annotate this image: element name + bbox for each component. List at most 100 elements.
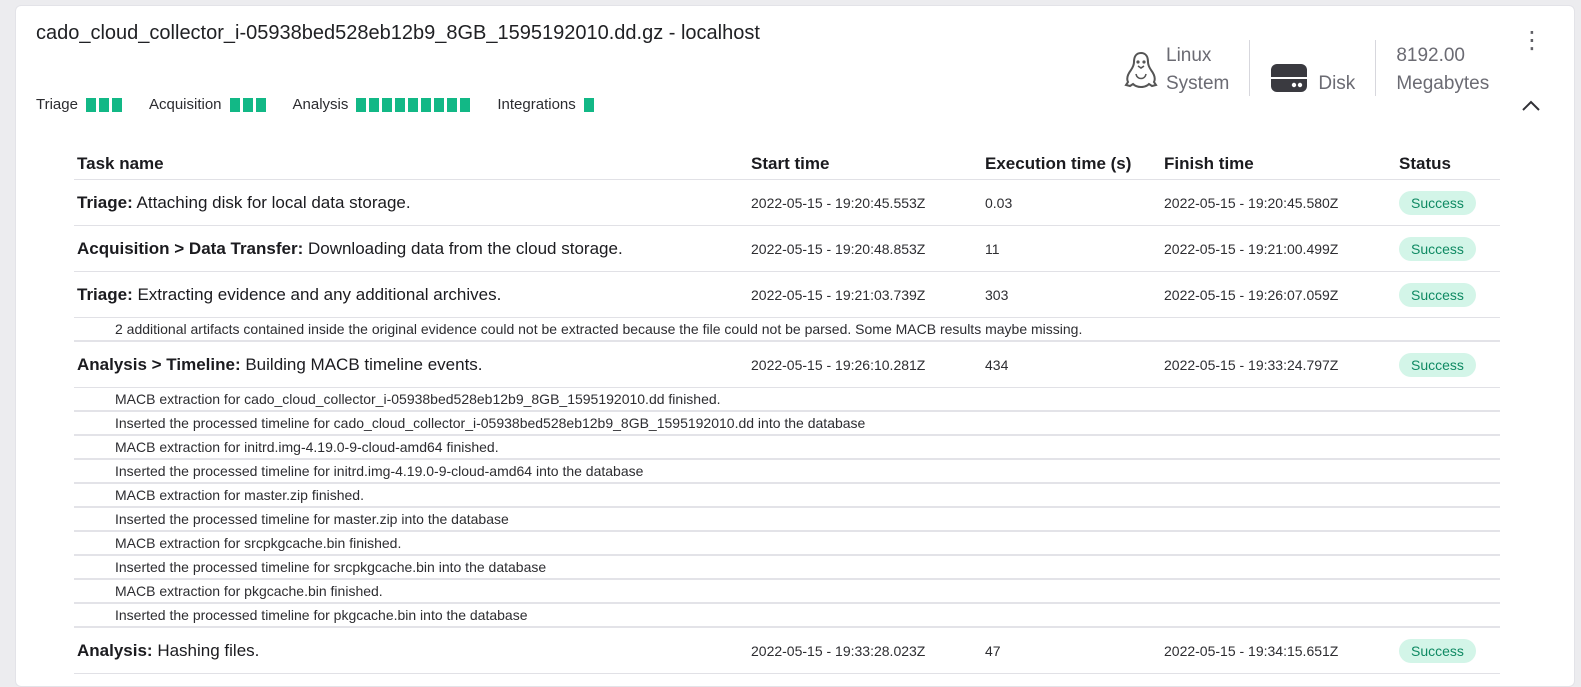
task-table: Task name Start time Execution time (s) … (74, 149, 1500, 674)
status-badge: Success (1399, 282, 1476, 307)
progress-block (434, 97, 445, 112)
task-description: Building MACB timeline events. (240, 354, 483, 374)
tag-progress-blocks (85, 97, 125, 112)
task-detail-row: Inserted the processed timeline for pkgc… (74, 604, 1500, 628)
task-detail-row: Inserted the processed timeline for init… (74, 460, 1500, 484)
finish-time-cell: 2022-05-15 - 19:21:00.499Z (1164, 240, 1339, 257)
progress-block (382, 97, 393, 112)
progress-block (447, 97, 458, 112)
progress-block (242, 97, 253, 112)
task-detail-row: MACB extraction for cado_cloud_collector… (74, 388, 1500, 412)
status-badge: Success (1399, 352, 1476, 377)
progress-block (421, 97, 432, 112)
status-cell: Success (1399, 352, 1500, 377)
disk-icon (1271, 64, 1308, 92)
col-status: Status (1399, 154, 1451, 173)
task-name-cell: Acquisition > Data Transfer: Downloading… (74, 239, 751, 259)
tag-label: Integrations (497, 96, 576, 113)
progress-block (98, 97, 109, 112)
task-category: Acquisition > Data Transfer: (77, 238, 304, 258)
table-row[interactable]: Analysis > Timeline: Building MACB timel… (74, 342, 1500, 388)
finish-time-cell: 2022-05-15 - 19:26:07.059Z (1164, 286, 1339, 303)
col-start-time: Start time (751, 154, 830, 173)
chevron-up-icon[interactable] (1519, 94, 1543, 118)
tag-progress-blocks (356, 97, 473, 112)
tag-progress-blocks (583, 97, 597, 112)
task-detail-row: Inserted the processed timeline for mast… (74, 508, 1500, 532)
tag-label: Triage (36, 96, 78, 113)
start-time-cell: 2022-05-15 - 19:20:45.553Z (751, 194, 926, 211)
task-detail-row: 2 additional artifacts contained inside … (74, 318, 1500, 342)
system-label: System (1166, 73, 1230, 94)
system-stat: Linux System (1124, 40, 1229, 100)
task-category: Triage: (77, 192, 133, 212)
col-exec-time: Execution time (s) (985, 154, 1132, 173)
tag-label: Analysis (292, 96, 349, 113)
evidence-title: cado_cloud_collector_i-05938bed528eb12b9… (36, 22, 760, 44)
size-stat: 8192.00 Megabytes (1396, 40, 1489, 100)
task-detail-row: Inserted the processed timeline for srcp… (74, 556, 1500, 580)
task-detail-row: MACB extraction for srcpkgcache.bin fini… (74, 532, 1500, 556)
task-description: Downloading data from the cloud storage. (303, 238, 623, 258)
finish-time-cell: 2022-05-15 - 19:20:45.580Z (1164, 194, 1339, 211)
col-task-name: Task name (77, 154, 164, 173)
task-name-cell: Triage: Attaching disk for local data st… (74, 193, 751, 213)
progress-block (369, 97, 380, 112)
evidence-stats: Linux System Disk 8192.00 Megabytes (1124, 40, 1489, 100)
task-category: Analysis: (77, 640, 153, 660)
pipeline-tags: Triage Acquisition Analysis Integrations (36, 96, 621, 113)
task-description: Hashing files. (152, 640, 260, 660)
task-description: Extracting evidence and any additional a… (132, 284, 502, 304)
divider (1249, 40, 1251, 96)
task-detail-row: Inserted the processed timeline for cado… (74, 412, 1500, 436)
progress-block (395, 97, 406, 112)
task-category: Analysis > Timeline: (77, 354, 241, 374)
progress-block (356, 97, 367, 112)
more-options-icon[interactable]: ⋮ (1520, 24, 1544, 58)
progress-block (85, 97, 96, 112)
finish-time-cell: 2022-05-15 - 19:33:24.797Z (1164, 356, 1339, 373)
tag-progress-blocks (229, 97, 269, 112)
task-description: Attaching disk for local data storage. (132, 192, 411, 212)
tag-acquisition: Acquisition (149, 96, 269, 113)
disk-label: Disk (1318, 73, 1356, 94)
system-value: Linux (1166, 45, 1212, 66)
start-time-cell: 2022-05-15 - 19:21:03.739Z (751, 286, 926, 303)
progress-block (408, 97, 419, 112)
exec-time-cell: 434 (985, 356, 1009, 373)
exec-time-cell: 303 (985, 286, 1009, 303)
status-cell: Success (1399, 282, 1500, 307)
table-row[interactable]: Triage: Extracting evidence and any addi… (74, 272, 1500, 318)
status-badge: Success (1399, 236, 1476, 261)
tag-triage: Triage (36, 96, 125, 113)
exec-time-cell: 11 (985, 240, 1000, 257)
status-cell: Success (1399, 236, 1500, 261)
task-name-cell: Analysis > Timeline: Building MACB timel… (74, 355, 751, 375)
status-cell: Success (1399, 638, 1500, 663)
status-badge: Success (1399, 638, 1476, 663)
table-header: Task name Start time Execution time (s) … (74, 149, 1500, 180)
exec-time-cell: 47 (985, 642, 1001, 659)
size-label: Megabytes (1396, 73, 1490, 94)
task-name-cell: Triage: Extracting evidence and any addi… (74, 285, 751, 305)
task-category: Triage: (77, 284, 133, 304)
progress-block (583, 97, 594, 112)
tag-integrations: Integrations (497, 96, 596, 113)
size-value: 8192.00 (1396, 45, 1465, 66)
start-time-cell: 2022-05-15 - 19:26:10.281Z (751, 356, 926, 373)
progress-block (460, 97, 471, 112)
divider (1375, 40, 1377, 96)
start-time-cell: 2022-05-15 - 19:33:28.023Z (751, 642, 926, 659)
table-row[interactable]: Triage: Attaching disk for local data st… (74, 180, 1500, 226)
table-row[interactable]: Analysis: Hashing files. 2022-05-15 - 19:… (74, 628, 1500, 674)
task-detail-row: MACB extraction for initrd.img-4.19.0-9-… (74, 436, 1500, 460)
task-detail-row: MACB extraction for pkgcache.bin finishe… (74, 580, 1500, 604)
exec-time-cell: 0.03 (985, 194, 1013, 211)
evidence-card: cado_cloud_collector_i-05938bed528eb12b9… (15, 5, 1575, 687)
tag-analysis: Analysis (293, 96, 474, 113)
progress-block (229, 97, 240, 112)
col-finish-time: Finish time (1164, 154, 1254, 173)
start-time-cell: 2022-05-15 - 19:20:48.853Z (751, 240, 926, 257)
finish-time-cell: 2022-05-15 - 19:34:15.651Z (1164, 642, 1339, 659)
table-row[interactable]: Acquisition > Data Transfer: Downloading… (74, 226, 1500, 272)
